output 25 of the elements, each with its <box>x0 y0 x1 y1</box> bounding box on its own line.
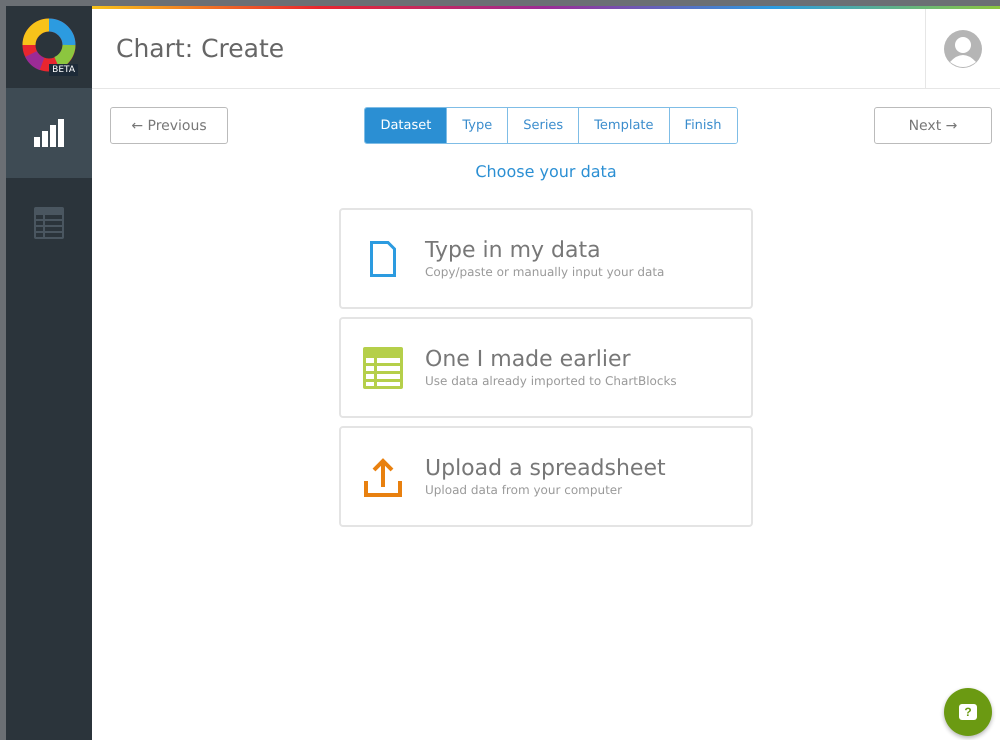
step-tab[interactable]: Dataset <box>365 108 446 143</box>
bar-chart-icon <box>34 119 64 147</box>
step-tab[interactable]: Finish <box>668 108 737 143</box>
section-heading: Choose your data <box>474 162 618 181</box>
table-icon <box>34 207 64 239</box>
option-title: Type in my data <box>425 238 602 263</box>
help-button[interactable]: ? <box>944 688 992 736</box>
logo-icon <box>22 18 76 72</box>
data-option-card[interactable]: One I made earlier Use data already imported to ChartBlocks <box>339 317 753 418</box>
data-option-card[interactable]: Upload a spreadsheet Upload data from your computer <box>339 426 753 527</box>
beta-badge: BETA <box>49 64 78 76</box>
data-option-card[interactable]: Type in my data Copy/paste or manually input your data <box>339 208 753 309</box>
user-avatar-icon[interactable] <box>944 30 982 68</box>
next-button[interactable]: Next → <box>874 107 992 144</box>
previous-button[interactable]: ← Previous <box>110 107 228 144</box>
option-description: Use data already imported to ChartBlocks <box>425 374 677 388</box>
upload-icon <box>364 456 402 496</box>
page-title: Chart: Create <box>116 34 286 63</box>
option-description: Upload data from your computer <box>425 483 624 497</box>
table-icon <box>363 346 403 388</box>
option-description: Copy/paste or manually input your data <box>425 265 664 279</box>
file-icon <box>370 240 396 276</box>
option-title: One I made earlier <box>425 347 632 372</box>
option-title: Upload a spreadsheet <box>425 456 666 481</box>
sidebar-item[interactable] <box>6 88 92 178</box>
